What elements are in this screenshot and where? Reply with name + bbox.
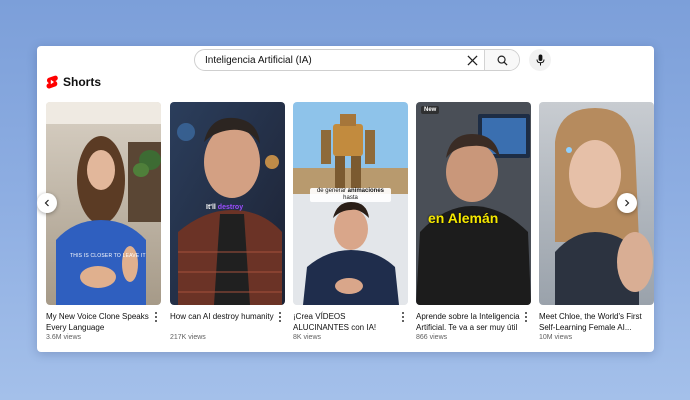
- video-caption: hasta: [343, 195, 358, 201]
- short-views: 8K views: [293, 334, 322, 341]
- short-thumbnail[interactable]: THIS IS CLOSER TO LEAVE IT: [46, 102, 161, 305]
- short-thumbnail[interactable]: It'll destroy: [170, 102, 285, 305]
- short-card[interactable]: New en Alemán Aprende sobre la Inteligen…: [416, 102, 531, 341]
- short-card[interactable]: Meet Chloe, the World's First Self-Learn…: [539, 102, 654, 341]
- more-options-button[interactable]: [399, 311, 407, 323]
- short-card[interactable]: de generar animaciones hasta ¡Crea VÍDEO…: [293, 102, 408, 341]
- short-title[interactable]: Aprende sobre la Inteligencia Artificial…: [416, 311, 520, 333]
- search-input[interactable]: [195, 51, 460, 69]
- chevron-left-icon: [44, 199, 49, 207]
- video-caption-highlight: destroy: [217, 204, 244, 211]
- new-badge: New: [421, 106, 440, 114]
- short-views: 217K views: [170, 334, 206, 341]
- shorts-logo-icon: [46, 75, 58, 89]
- video-caption: en Alemán: [428, 210, 499, 226]
- more-options-button[interactable]: [522, 311, 530, 323]
- video-caption: It'll: [206, 204, 216, 211]
- chevron-right-icon: [625, 199, 630, 207]
- more-options-button[interactable]: [152, 311, 160, 323]
- search-button[interactable]: [484, 50, 519, 70]
- short-title[interactable]: My New Voice Clone Speaks Every Language: [46, 311, 150, 333]
- youtube-window: Shorts TH: [37, 46, 654, 352]
- video-caption-highlight: animaciones: [347, 188, 385, 194]
- short-title[interactable]: How can AI destroy humanity: [170, 311, 274, 333]
- close-icon: [466, 54, 478, 66]
- more-options-button[interactable]: [276, 311, 284, 323]
- next-button[interactable]: [617, 193, 637, 213]
- search-bar: [194, 49, 520, 71]
- video-caption-box: de generar animaciones hasta: [310, 188, 391, 202]
- search-icon: [497, 55, 508, 66]
- short-views: 866 views: [416, 334, 448, 341]
- previous-button[interactable]: [37, 193, 57, 213]
- shorts-section-header: Shorts: [46, 75, 101, 89]
- video-caption: de generar: [316, 188, 346, 194]
- voice-search-button[interactable]: [529, 49, 551, 71]
- short-thumbnail[interactable]: New en Alemán: [416, 102, 531, 305]
- clear-search-button[interactable]: [460, 50, 484, 70]
- short-title[interactable]: ¡Crea VÍDEOS ALUCINANTES con IA! #inteli…: [293, 311, 397, 333]
- short-title[interactable]: Meet Chloe, the World's First Self-Learn…: [539, 311, 643, 333]
- short-views: 10M views: [539, 334, 573, 341]
- short-card[interactable]: It'll destroy How can AI destroy humanit…: [170, 102, 285, 341]
- shorts-title: Shorts: [63, 75, 102, 89]
- short-card[interactable]: THIS IS CLOSER TO LEAVE IT My New Voice …: [46, 102, 161, 341]
- short-thumbnail[interactable]: de generar animaciones hasta: [293, 102, 408, 305]
- video-caption: THIS IS CLOSER TO LEAVE IT: [70, 253, 146, 259]
- microphone-icon: [536, 54, 544, 66]
- short-views: 3.6M views: [46, 334, 82, 341]
